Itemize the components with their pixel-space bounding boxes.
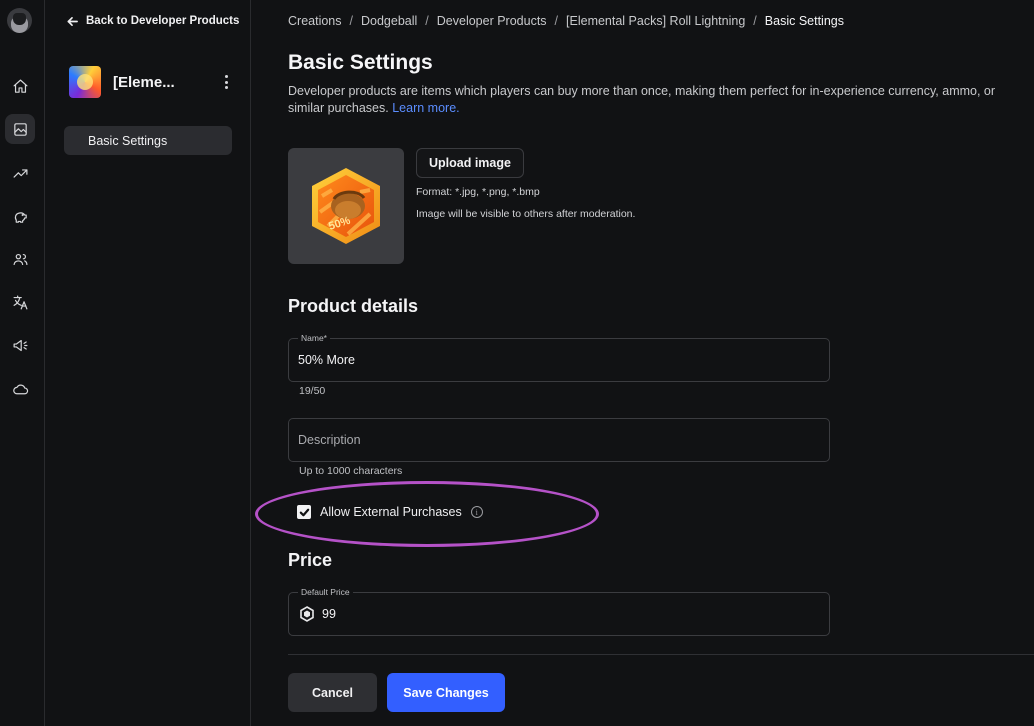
- sidebar-item-basic-settings[interactable]: Basic Settings: [64, 126, 232, 155]
- name-field-value: 50% More: [298, 353, 355, 367]
- description-field[interactable]: Description: [288, 418, 830, 462]
- arrow-left-icon: [67, 16, 78, 26]
- name-char-count: 19/50: [299, 385, 326, 397]
- name-field[interactable]: Name* 50% More: [288, 333, 830, 382]
- product-image: 50%: [288, 148, 404, 264]
- nav-rail: [0, 0, 45, 726]
- breadcrumb: Creations / Dodgeball / Developer Products…: [288, 14, 844, 28]
- cancel-button[interactable]: Cancel: [288, 673, 377, 712]
- checkmark-icon: [299, 508, 309, 516]
- divider: [288, 654, 1034, 655]
- allow-external-purchases-checkbox[interactable]: Allow External Purchases i: [297, 505, 483, 519]
- translate-icon[interactable]: [5, 287, 35, 317]
- default-price-label: Default Price: [298, 587, 353, 597]
- name-field-label: Name*: [298, 333, 330, 343]
- breadcrumb-developer-products[interactable]: Developer Products: [437, 14, 547, 28]
- home-icon[interactable]: [5, 71, 35, 101]
- info-icon[interactable]: i: [470, 506, 483, 518]
- allow-external-purchases-label: Allow External Purchases: [320, 505, 462, 519]
- page-title: Basic Settings: [288, 51, 433, 74]
- breadcrumb-creations[interactable]: Creations: [288, 14, 342, 28]
- default-price-value: 99: [322, 607, 336, 621]
- save-changes-button[interactable]: Save Changes: [387, 673, 505, 712]
- back-to-developer-products-link[interactable]: Back to Developer Products: [67, 15, 239, 27]
- image-format-hint: Format: *.jpg, *.png, *.bmp: [416, 186, 540, 198]
- product-sidebar: Back to Developer Products [Eleme... Bas…: [45, 0, 251, 726]
- upload-image-button[interactable]: Upload image: [416, 148, 524, 178]
- people-icon[interactable]: [5, 244, 35, 274]
- breadcrumb-separator: /: [425, 14, 429, 28]
- cloud-icon[interactable]: [5, 374, 35, 404]
- product-header: [Eleme...: [69, 66, 234, 98]
- image-moderation-note: Image will be visible to others after mo…: [416, 208, 636, 220]
- back-label: Back to Developer Products: [86, 15, 240, 27]
- description-hint: Up to 1000 characters: [299, 465, 403, 477]
- learn-more-link[interactable]: Learn more.: [392, 101, 459, 115]
- product-details-heading: Product details: [288, 296, 419, 316]
- description-placeholder: Description: [298, 433, 361, 447]
- breadcrumb-product[interactable]: [Elemental Packs] Roll Lightning: [566, 14, 745, 28]
- breadcrumb-separator: /: [349, 14, 353, 28]
- product-name: [Eleme...: [113, 73, 175, 91]
- breadcrumb-separator: /: [554, 14, 559, 28]
- ads-icon[interactable]: [5, 330, 35, 360]
- creations-icon[interactable]: [5, 114, 35, 144]
- analytics-icon[interactable]: [5, 158, 35, 188]
- product-thumbnail: [69, 66, 101, 98]
- price-heading: Price: [288, 550, 333, 570]
- breadcrumb-dodgeball[interactable]: Dodgeball: [361, 14, 417, 28]
- product-badge-icon: 50%: [312, 168, 380, 244]
- breadcrumb-current: Basic Settings: [764, 14, 844, 28]
- more-options-icon[interactable]: [218, 75, 234, 89]
- checkbox-checked[interactable]: [297, 505, 311, 519]
- page-description: Developer products are items which playe…: [288, 83, 1008, 117]
- avatar[interactable]: [7, 8, 32, 33]
- robux-icon: [300, 606, 314, 622]
- monetization-icon[interactable]: [5, 201, 35, 231]
- default-price-field[interactable]: Default Price 99: [288, 587, 830, 636]
- breadcrumb-separator: /: [753, 14, 757, 28]
- main-content: Creations / Dodgeball / Developer Products…: [255, 0, 1034, 726]
